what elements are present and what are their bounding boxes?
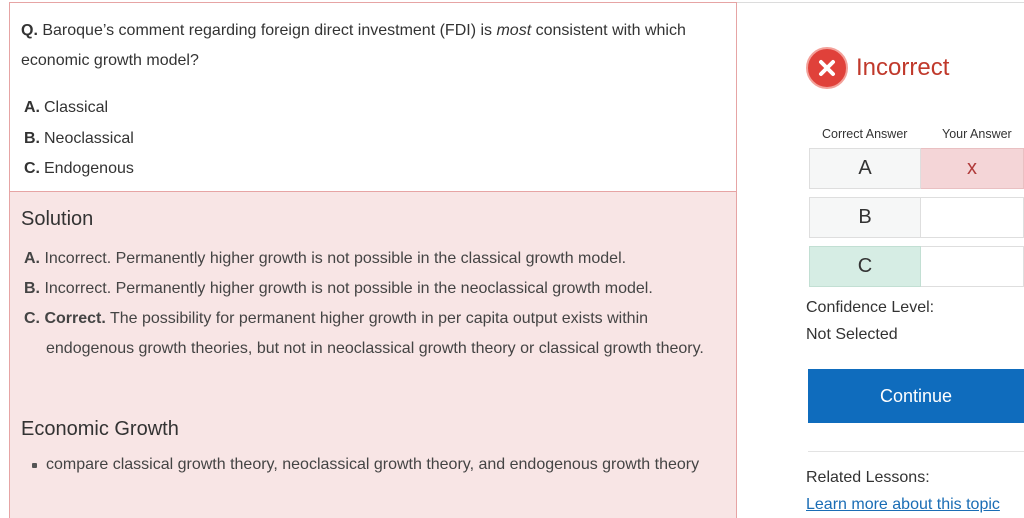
learning-outcome-item: compare classical growth theory, neoclas…	[28, 452, 708, 477]
correct-answer-cell-a: A	[809, 148, 921, 189]
option-b: B. Neoclassical	[24, 124, 134, 155]
result-status: Incorrect	[806, 47, 949, 89]
solution-item-a: A. Incorrect. Permanently higher growth …	[24, 244, 724, 274]
option-letter: B.	[24, 129, 40, 147]
solution-text-continued: endogenous growth theories, but not in n…	[46, 340, 704, 357]
status-text: Incorrect	[856, 54, 950, 81]
correct-answer-cell-b: B	[809, 197, 921, 238]
solution-text: The possibility for permanent higher gro…	[109, 310, 649, 327]
solution-letter: B.	[24, 280, 40, 297]
question-emphasis: most	[496, 22, 532, 39]
solution-verdict: Incorrect.	[44, 250, 112, 267]
solution-letter: A.	[24, 250, 40, 267]
solution-verdict: Incorrect.	[44, 280, 112, 297]
option-a: A. Classical	[24, 93, 134, 124]
confidence-label: Confidence Level:	[806, 299, 935, 316]
question-panel: Q. Baroque’s comment regarding foreign d…	[9, 2, 737, 192]
solution-panel: Solution A. Incorrect. Permanently highe…	[9, 191, 737, 518]
solution-item-b: B. Incorrect. Permanently higher growth …	[24, 274, 724, 304]
solution-list: A. Incorrect. Permanently higher growth …	[24, 244, 724, 364]
related-lessons-label: Related Lessons:	[806, 469, 930, 486]
option-letter: A.	[24, 99, 40, 116]
confidence-value: Not Selected	[806, 326, 898, 343]
your-answer-cell-b	[921, 197, 1024, 238]
divider	[808, 451, 1024, 452]
option-c: C. Endogenous	[24, 154, 134, 185]
continue-button[interactable]: Continue	[808, 369, 1024, 423]
solution-text: Permanently higher growth is not possibl…	[115, 280, 653, 297]
question-prefix: Q.	[21, 22, 38, 39]
your-answer-cell-c	[921, 246, 1024, 287]
solution-title: Solution	[21, 208, 94, 230]
top-divider	[737, 2, 1024, 3]
your-answer-cell-a: x	[921, 148, 1024, 189]
learning-outcome-title: Economic Growth	[21, 418, 179, 440]
option-text: Neoclassical	[44, 129, 134, 147]
option-text: Classical	[44, 99, 109, 116]
question-text: Q. Baroque’s comment regarding foreign d…	[21, 16, 731, 76]
x-circle-icon	[806, 47, 848, 89]
solution-item-c: C. Correct. The possibility for permanen…	[24, 304, 724, 364]
learn-more-link[interactable]: Learn more about this topic	[806, 496, 1000, 514]
correct-answer-header: Correct Answer	[822, 127, 908, 141]
solution-verdict: Correct.	[44, 310, 106, 327]
option-letter: C.	[24, 160, 40, 177]
correct-answer-cell-c: C	[809, 246, 921, 287]
your-answer-header: Your Answer	[942, 127, 1012, 141]
solution-text: Permanently higher growth is not possibl…	[115, 250, 627, 267]
solution-letter: C.	[24, 310, 40, 327]
option-text: Endogenous	[44, 160, 134, 177]
question-text-part1: Baroque’s comment regarding foreign dire…	[42, 22, 497, 39]
learning-outcome-list: compare classical growth theory, neoclas…	[28, 452, 708, 477]
answer-options: A. Classical B. Neoclassical C. Endogenous	[24, 93, 134, 185]
